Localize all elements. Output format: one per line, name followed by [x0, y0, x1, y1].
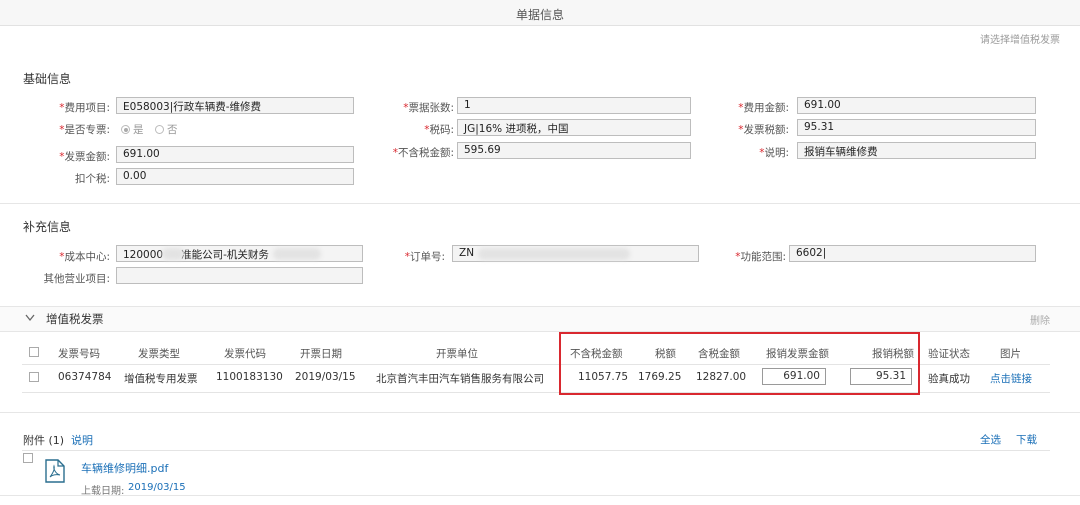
field-label-expense-amount: *费用金额:	[738, 102, 789, 114]
highlight-box	[559, 332, 920, 395]
withhold-tax-field[interactable]: 0.00	[116, 168, 354, 185]
vat-section-header[interactable]	[0, 306, 1080, 332]
col-header-verify-status: 验证状态	[928, 348, 970, 360]
func-range-field[interactable]: 6602|	[789, 245, 1036, 262]
col-header-invoice-code: 发票代码	[224, 348, 266, 360]
redaction-blur	[273, 248, 321, 260]
col-header-issue-date: 开票日期	[300, 348, 342, 360]
other-biz-field[interactable]	[116, 267, 363, 284]
upload-date-value: 2019/03/15	[128, 482, 186, 493]
field-label-bill-count: *票据张数:	[403, 102, 454, 114]
attachment-file-link[interactable]: 车辆维修明细.pdf	[81, 460, 168, 476]
invoice-tax-field[interactable]: 95.31	[797, 119, 1036, 136]
section-divider	[0, 203, 1080, 204]
invoice-amount-field[interactable]: 691.00	[116, 146, 354, 163]
field-label-order-no: *订单号:	[404, 251, 445, 263]
field-label-tax-code: *税码:	[424, 124, 454, 136]
field-label-amount-ex-tax: *不含税金额:	[392, 147, 454, 159]
vat-section-title: 增值税发票	[46, 312, 104, 326]
basic-info-title: 基础信息	[23, 72, 72, 86]
select-all-checkbox[interactable]	[29, 347, 39, 357]
attachment-checkbox[interactable]	[23, 453, 33, 463]
radio-empty-icon	[155, 125, 164, 134]
col-header-invoice-type: 发票类型	[138, 348, 180, 360]
cell-issuer: 北京首汽丰田汽车销售服务有限公司	[376, 373, 544, 385]
extra-info-title: 补充信息	[23, 220, 72, 234]
amount-ex-tax-field[interactable]: 595.69	[457, 142, 691, 159]
image-link[interactable]: 点击链接	[990, 371, 1032, 386]
description-field[interactable]: 报销车辆维修费	[797, 142, 1036, 159]
bottom-divider	[0, 495, 1080, 496]
chevron-down-icon[interactable]	[25, 314, 35, 322]
window-title: 单据信息	[515, 8, 564, 22]
radio-selected-icon	[121, 125, 130, 134]
cell-invoice-type: 增值税专用发票	[124, 373, 198, 385]
col-header-issuer: 开票单位	[436, 348, 478, 360]
download-link[interactable]: 下载	[1016, 432, 1037, 447]
special-invoice-radio-no[interactable]: 否	[155, 122, 178, 137]
section-divider	[0, 412, 1080, 413]
expense-amount-field[interactable]: 691.00	[797, 97, 1036, 114]
special-invoice-radio-yes[interactable]: 是	[121, 122, 144, 137]
delete-button[interactable]: 删除	[1030, 312, 1050, 327]
field-label-description: *说明:	[759, 147, 789, 159]
col-header-image: 图片	[1000, 348, 1021, 360]
field-label-func-range: *功能范围:	[735, 251, 786, 263]
cost-center-field[interactable]: 120000 准能公司-机关财务	[116, 245, 363, 262]
cell-verify-status: 验真成功	[928, 373, 970, 385]
field-label-other-biz: 其他营业项目:	[43, 273, 110, 285]
redaction-blur	[162, 248, 184, 260]
field-label-cost-center: *成本中心:	[59, 251, 110, 263]
select-all-link[interactable]: 全选	[980, 432, 1001, 447]
window-title-bar: 单据信息	[0, 0, 1080, 26]
cell-issue-date: 2019/03/15	[295, 371, 356, 383]
expense-item-field[interactable]: E058003|行政车辆费-维修费	[116, 97, 354, 114]
field-label-special-invoice: *是否专票:	[59, 124, 110, 136]
pdf-icon	[45, 459, 65, 483]
cell-invoice-code: 1100183130	[216, 371, 283, 383]
field-label-invoice-amount: *发票金额:	[59, 151, 110, 163]
cell-invoice-no: 06374784	[58, 371, 112, 383]
col-header-invoice-no: 发票号码	[58, 348, 100, 360]
field-label-invoice-tax: *发票税额:	[738, 124, 789, 136]
field-label-withhold-tax: 扣个税:	[74, 173, 110, 185]
field-label-expense-item: *费用项目:	[59, 102, 110, 114]
select-vat-invoice-link[interactable]: 请选择增值税发票	[980, 31, 1060, 46]
row-checkbox[interactable]	[29, 372, 39, 382]
attachments-title: 附件 (1)	[23, 434, 65, 447]
attachments-desc-link[interactable]: 说明	[71, 432, 93, 448]
tax-code-field[interactable]: JG|16% 进项税，中国	[457, 119, 691, 136]
bill-count-field[interactable]: 1	[457, 97, 691, 114]
redaction-blur	[478, 248, 630, 260]
attachments-divider	[22, 450, 1050, 451]
